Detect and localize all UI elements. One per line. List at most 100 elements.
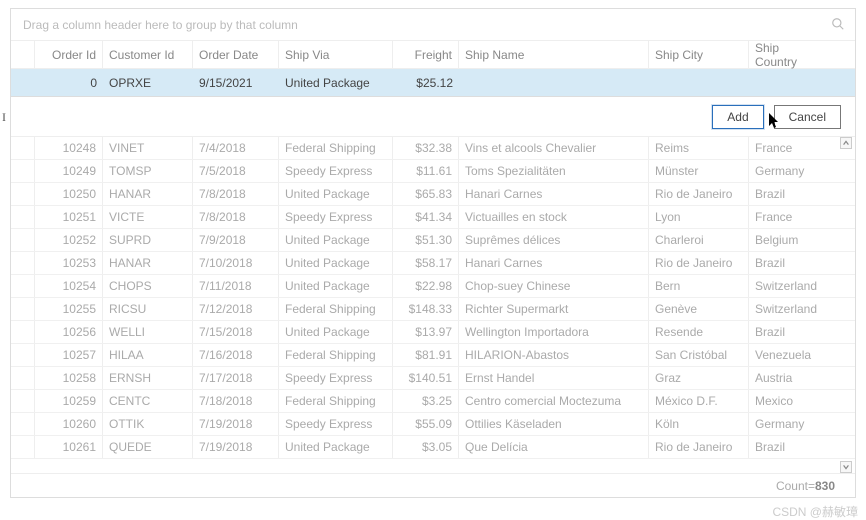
cell-shipcity[interactable]: Bern (649, 275, 749, 297)
cell-orderid[interactable]: 10250 (35, 183, 103, 205)
cell-shipname[interactable]: HILARION-Abastos (459, 344, 649, 366)
table-row[interactable]: 10254CHOPS7/11/2018United Package$22.98C… (11, 275, 855, 298)
cell-shipcountry[interactable]: Switzerland (749, 275, 825, 297)
table-row[interactable]: 10261QUEDE7/19/2018United Package$3.05Qu… (11, 436, 855, 459)
cell-freight[interactable]: $32.38 (393, 137, 459, 159)
cell-shipname[interactable]: Centro comercial Moctezuma (459, 390, 649, 412)
new-row-shipname[interactable] (459, 69, 649, 96)
cell-shipname[interactable]: Suprêmes délices (459, 229, 649, 251)
cell-orderdate[interactable]: 7/8/2018 (193, 206, 279, 228)
table-row[interactable]: 10260OTTIK7/19/2018Speedy Express$55.09O… (11, 413, 855, 436)
cell-shipcity[interactable]: Rio de Janeiro (649, 183, 749, 205)
column-header-orderdate[interactable]: Order Date (193, 41, 279, 68)
cell-freight[interactable]: $51.30 (393, 229, 459, 251)
search-icon[interactable] (831, 17, 845, 34)
cell-customerid[interactable]: TOMSP (103, 160, 193, 182)
cell-shipcity[interactable]: Graz (649, 367, 749, 389)
cell-orderdate[interactable]: 7/16/2018 (193, 344, 279, 366)
cell-orderid[interactable]: 10256 (35, 321, 103, 343)
cell-orderdate[interactable]: 7/15/2018 (193, 321, 279, 343)
cell-customerid[interactable]: RICSU (103, 298, 193, 320)
cell-shipcity[interactable]: Resende (649, 321, 749, 343)
cell-freight[interactable]: $11.61 (393, 160, 459, 182)
table-row[interactable]: 10255RICSU7/12/2018Federal Shipping$148.… (11, 298, 855, 321)
cell-freight[interactable]: $140.51 (393, 367, 459, 389)
cell-shipname[interactable]: Ernst Handel (459, 367, 649, 389)
cell-shipcountry[interactable]: Belgium (749, 229, 825, 251)
cell-orderdate[interactable]: 7/11/2018 (193, 275, 279, 297)
table-row[interactable]: 10253HANAR7/10/2018United Package$58.17H… (11, 252, 855, 275)
column-header-shipcity[interactable]: Ship City (649, 41, 749, 68)
cell-shipname[interactable]: Hanari Carnes (459, 183, 649, 205)
cell-orderid[interactable]: 10251 (35, 206, 103, 228)
cell-shipvia[interactable]: Speedy Express (279, 206, 393, 228)
cell-freight[interactable]: $41.34 (393, 206, 459, 228)
cell-orderdate[interactable]: 7/10/2018 (193, 252, 279, 274)
cell-shipcountry[interactable]: Germany (749, 413, 825, 435)
cell-shipcity[interactable]: Genève (649, 298, 749, 320)
cell-shipvia[interactable]: United Package (279, 436, 393, 458)
cell-shipcountry[interactable]: Mexico (749, 390, 825, 412)
cell-customerid[interactable]: WELLI (103, 321, 193, 343)
cell-customerid[interactable]: HANAR (103, 183, 193, 205)
cell-freight[interactable]: $13.97 (393, 321, 459, 343)
scroll-up-icon[interactable] (840, 137, 852, 149)
new-row-customerid[interactable]: OPRXE (103, 69, 193, 96)
cell-shipcity[interactable]: Köln (649, 413, 749, 435)
vertical-scrollbar[interactable] (839, 137, 853, 473)
cell-orderid[interactable]: 10260 (35, 413, 103, 435)
cell-shipvia[interactable]: Speedy Express (279, 367, 393, 389)
column-header-freight[interactable]: Freight (393, 41, 459, 68)
group-panel[interactable]: Drag a column header here to group by th… (11, 9, 855, 41)
cell-orderid[interactable]: 10249 (35, 160, 103, 182)
cell-orderdate[interactable]: 7/18/2018 (193, 390, 279, 412)
cell-shipcountry[interactable]: Germany (749, 160, 825, 182)
table-row[interactable]: 10256WELLI7/15/2018United Package$13.97W… (11, 321, 855, 344)
cell-orderid[interactable]: 10253 (35, 252, 103, 274)
column-header-customerid[interactable]: Customer Id (103, 41, 193, 68)
cell-orderid[interactable]: 10261 (35, 436, 103, 458)
cell-shipcountry[interactable]: Brazil (749, 321, 825, 343)
cell-orderid[interactable]: 10259 (35, 390, 103, 412)
cell-freight[interactable]: $22.98 (393, 275, 459, 297)
scroll-down-icon[interactable] (840, 461, 852, 473)
cell-shipname[interactable]: Toms Spezialitäten (459, 160, 649, 182)
cell-freight[interactable]: $65.83 (393, 183, 459, 205)
cell-shipvia[interactable]: Federal Shipping (279, 390, 393, 412)
cell-shipvia[interactable]: Speedy Express (279, 413, 393, 435)
cell-customerid[interactable]: ERNSH (103, 367, 193, 389)
cell-shipname[interactable]: Que Delícia (459, 436, 649, 458)
table-row[interactable]: 10258ERNSH7/17/2018Speedy Express$140.51… (11, 367, 855, 390)
cell-customerid[interactable]: HANAR (103, 252, 193, 274)
cell-shipcity[interactable]: Münster (649, 160, 749, 182)
cell-shipname[interactable]: Richter Supermarkt (459, 298, 649, 320)
cell-shipvia[interactable]: United Package (279, 229, 393, 251)
column-header-shipname[interactable]: Ship Name (459, 41, 649, 68)
cell-orderid[interactable]: 10255 (35, 298, 103, 320)
table-row[interactable]: 10248VINET7/4/2018Federal Shipping$32.38… (11, 137, 855, 160)
cell-customerid[interactable]: OTTIK (103, 413, 193, 435)
cell-customerid[interactable]: VINET (103, 137, 193, 159)
table-row[interactable]: 10259CENTC7/18/2018Federal Shipping$3.25… (11, 390, 855, 413)
cell-orderdate[interactable]: 7/9/2018 (193, 229, 279, 251)
cell-freight[interactable]: $55.09 (393, 413, 459, 435)
cell-shipvia[interactable]: Speedy Express (279, 160, 393, 182)
cell-orderid[interactable]: 10252 (35, 229, 103, 251)
cell-shipcity[interactable]: Reims (649, 137, 749, 159)
cell-orderid[interactable]: 10248 (35, 137, 103, 159)
cell-shipcity[interactable]: Charleroi (649, 229, 749, 251)
column-header-orderid[interactable]: Order Id (35, 41, 103, 68)
new-item-row[interactable]: 0 OPRXE 9/15/2021 United Package $25.12 (11, 69, 855, 97)
cell-shipcountry[interactable]: France (749, 137, 825, 159)
cell-shipname[interactable]: Vins et alcools Chevalier (459, 137, 649, 159)
cell-freight[interactable]: $58.17 (393, 252, 459, 274)
cell-shipvia[interactable]: United Package (279, 252, 393, 274)
cell-shipname[interactable]: Chop-suey Chinese (459, 275, 649, 297)
cell-freight[interactable]: $81.91 (393, 344, 459, 366)
cell-orderdate[interactable]: 7/19/2018 (193, 436, 279, 458)
cell-shipcity[interactable]: Rio de Janeiro (649, 436, 749, 458)
cell-orderid[interactable]: 10258 (35, 367, 103, 389)
cell-orderid[interactable]: 10257 (35, 344, 103, 366)
cell-orderdate[interactable]: 7/17/2018 (193, 367, 279, 389)
column-header-shipcountry[interactable]: Ship Country (749, 41, 825, 68)
